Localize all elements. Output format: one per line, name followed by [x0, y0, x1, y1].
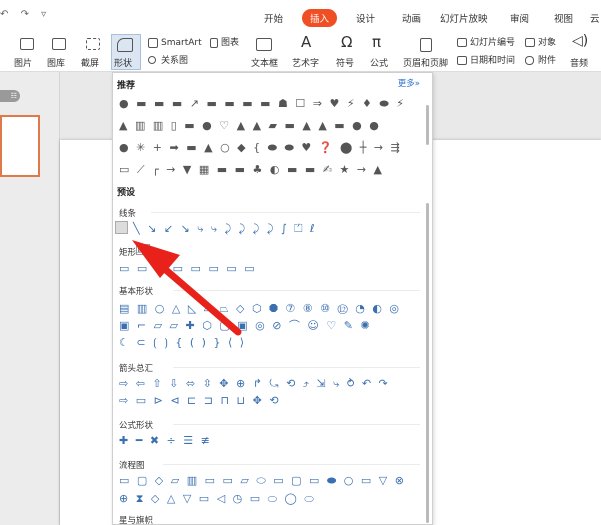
annotation-arrow [132, 240, 242, 336]
